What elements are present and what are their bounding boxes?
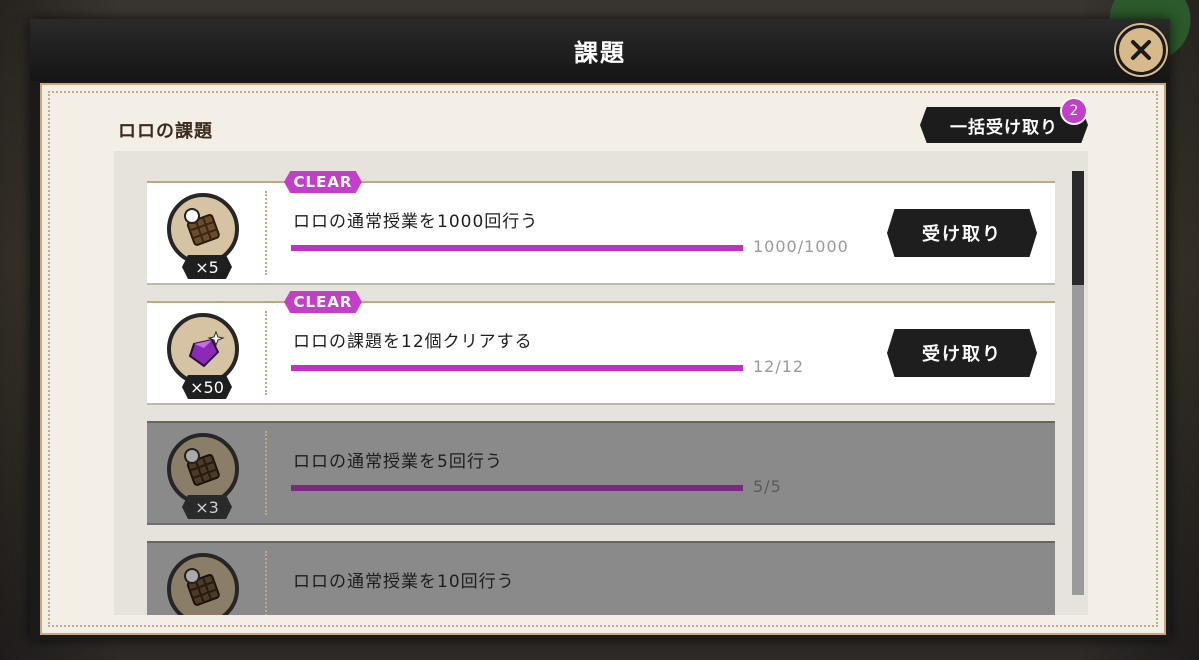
close-button[interactable] — [1116, 25, 1166, 75]
dialog-header: 課題 — [30, 19, 1170, 81]
clear-tag: CLEAR — [284, 291, 362, 313]
task-dialog: 課題 ロロの課題 一括受け取り 2 CLEAR ×5 ロロの通常授業を1000回… — [30, 19, 1170, 640]
dialog-title: 課題 — [574, 39, 626, 67]
progress-bar — [291, 365, 743, 371]
waffle-icon — [184, 568, 220, 606]
task-name: ロロの通常授業を10回行う — [293, 572, 515, 592]
waffle-icon — [184, 448, 220, 486]
progress-text: 1000/1000 — [753, 237, 849, 256]
scrollbar[interactable] — [1072, 171, 1084, 595]
close-icon — [1131, 40, 1151, 60]
progress-fill — [291, 485, 743, 491]
task-list[interactable]: CLEAR ×5 ロロの通常授業を1000回行う 1000/1000 受け取り … — [114, 151, 1088, 615]
content-panel: ロロの課題 一括受け取り 2 CLEAR ×5 ロロの通常授業を1000回行う … — [40, 83, 1166, 635]
task-row: ×3 ロロの通常授業を5回行う 5/5 — [147, 421, 1055, 525]
progress-text: 12/12 — [753, 357, 805, 376]
reward-icon-frame — [167, 433, 239, 505]
clear-tag: CLEAR — [284, 171, 362, 193]
receive-button[interactable]: 受け取り — [887, 329, 1037, 377]
gem-icon — [188, 330, 225, 368]
reward-icon-frame — [167, 193, 239, 265]
waffle-icon — [184, 208, 220, 246]
section-title: ロロの課題 — [118, 121, 213, 142]
task-row: CLEAR ×50 ロロの課題を12個クリアする 12/12 受け取り — [147, 291, 1055, 405]
divider — [265, 311, 267, 395]
progress-bar — [291, 245, 743, 251]
scrollbar-thumb[interactable] — [1072, 171, 1084, 285]
progress-fill — [291, 365, 743, 371]
progress-fill — [291, 245, 743, 251]
reward-quantity: ×50 — [182, 375, 232, 399]
progress-text: 5/5 — [753, 477, 782, 496]
reward-icon-frame — [167, 313, 239, 385]
reward-icon-frame — [167, 553, 239, 615]
reward-quantity: ×5 — [182, 255, 232, 279]
divider — [265, 191, 267, 275]
reward-quantity: ×3 — [182, 495, 232, 519]
task-name: ロロの通常授業を5回行う — [293, 452, 503, 472]
divider — [265, 551, 267, 615]
divider — [265, 431, 267, 515]
task-name: ロロの課題を12個クリアする — [293, 332, 533, 352]
task-row: CLEAR ×5 ロロの通常授業を1000回行う 1000/1000 受け取り — [147, 171, 1055, 285]
task-row: ロロの通常授業を10回行う — [147, 541, 1055, 615]
task-name: ロロの通常授業を1000回行う — [293, 212, 539, 232]
progress-bar — [291, 485, 743, 491]
receive-button[interactable]: 受け取り — [887, 209, 1037, 257]
notification-badge: 2 — [1060, 97, 1088, 125]
